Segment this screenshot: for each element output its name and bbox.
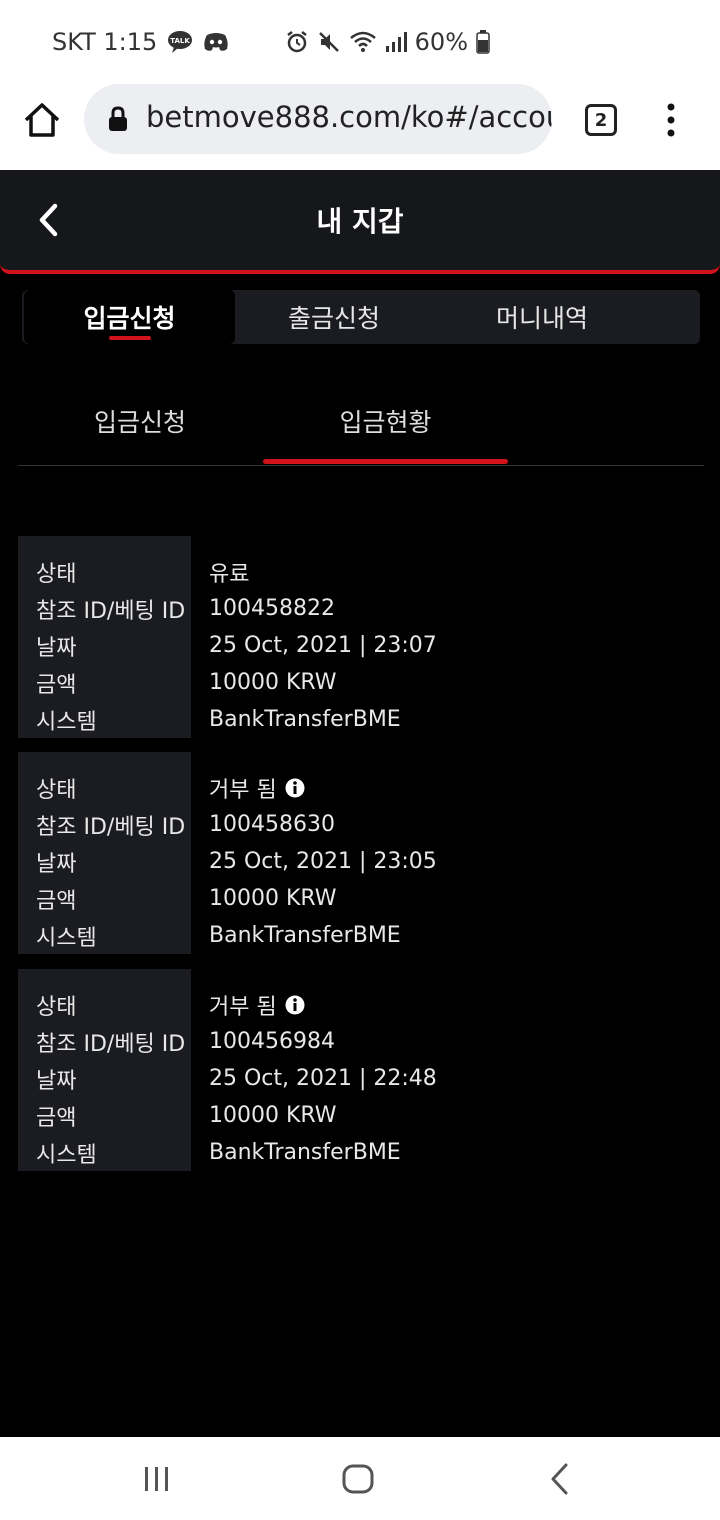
wifi-icon: [349, 30, 377, 54]
label-system: 시스템: [36, 1142, 97, 1168]
browser-menu-button[interactable]: [660, 102, 682, 138]
label-amount: 금액: [36, 672, 77, 698]
info-icon[interactable]: [285, 995, 305, 1015]
url-bar[interactable]: betmove888.com/ko#/account: [84, 84, 552, 154]
discord-icon: [203, 32, 229, 52]
url-text: betmove888.com/ko#/account: [146, 100, 552, 134]
label-status: 상태: [36, 561, 77, 587]
value-ref-id: 100458630: [209, 812, 335, 837]
value-status: 유료: [209, 561, 250, 587]
browser-toolbar: betmove888.com/ko#/account 2: [0, 82, 720, 170]
tab-withdraw-request[interactable]: 출금신청: [231, 290, 437, 344]
more-vertical-icon: [667, 103, 675, 137]
kakaotalk-icon: TALK: [167, 30, 193, 54]
deposit-record: 상태 참조 ID/베팅 ID 날짜 금액 시스템 거부 됨 100458630 …: [18, 752, 704, 954]
battery-percent: 60%: [414, 28, 468, 56]
home-nav-button[interactable]: [340, 1461, 376, 1497]
tab-switcher-button[interactable]: 2: [585, 104, 617, 136]
value-ref-id: 100458822: [209, 596, 335, 621]
value-system: BankTransferBME: [209, 923, 401, 948]
label-status: 상태: [36, 777, 77, 803]
alarm-icon: [285, 30, 309, 54]
home-circle-icon: [342, 1464, 374, 1494]
recent-apps-button[interactable]: [139, 1461, 175, 1497]
label-amount: 금액: [36, 1105, 77, 1131]
active-tab-indicator: [108, 336, 151, 340]
tab-label: 입금신청: [83, 304, 176, 333]
value-date: 25 Oct, 2021 | 23:05: [209, 849, 437, 874]
page-title: 내 지갑: [316, 205, 404, 238]
value-amount: 10000 KRW: [209, 886, 337, 911]
tab-money-history[interactable]: 머니내역: [437, 290, 647, 344]
deposit-subtabs: 입금신청 입금현황: [18, 378, 704, 466]
active-subtab-indicator: [263, 459, 508, 464]
back-nav-button[interactable]: [542, 1461, 578, 1497]
label-date: 날짜: [36, 851, 77, 877]
carrier-time: SKT 1:15: [52, 28, 158, 56]
value-status-row: 거부 됨: [209, 986, 305, 1023]
label-ref-id: 참조 ID/베팅 ID: [36, 598, 186, 624]
signal-icon: [385, 31, 407, 53]
app-header: 내 지갑: [0, 170, 720, 274]
value-date: 25 Oct, 2021 | 22:48: [209, 1066, 437, 1091]
value-amount: 10000 KRW: [209, 1103, 337, 1128]
value-ref-id: 100456984: [209, 1029, 335, 1054]
battery-icon: [476, 30, 490, 54]
status-bar: SKT 1:15 TALK 60%: [0, 0, 720, 82]
mute-icon: [317, 30, 341, 54]
subtab-label: 입금현황: [339, 408, 432, 437]
label-ref-id: 참조 ID/베팅 ID: [36, 1031, 186, 1057]
value-system: BankTransferBME: [209, 707, 401, 732]
label-system: 시스템: [36, 709, 97, 735]
lock-icon: [109, 106, 127, 131]
home-button[interactable]: [22, 100, 62, 140]
value-amount: 10000 KRW: [209, 670, 337, 695]
label-date: 날짜: [36, 1068, 77, 1094]
value-system: BankTransferBME: [209, 1140, 401, 1165]
value-status: 거부 됨: [209, 994, 277, 1020]
wallet-tabs: 입금신청 출금신청 머니내역: [22, 290, 700, 344]
tab-label: 머니내역: [495, 304, 588, 333]
info-icon[interactable]: [285, 778, 305, 798]
recent-apps-icon: [145, 1467, 168, 1491]
deposit-record: 상태 참조 ID/베팅 ID 날짜 금액 시스템 거부 됨 100456984 …: [18, 969, 704, 1171]
android-nav-bar: [0, 1437, 720, 1520]
back-chevron-icon: [551, 1463, 568, 1495]
label-ref-id: 참조 ID/베팅 ID: [36, 814, 186, 840]
tab-label: 출금신청: [287, 304, 380, 333]
label-date: 날짜: [36, 635, 77, 661]
label-system: 시스템: [36, 925, 97, 951]
subtab-deposit-request[interactable]: 입금신청: [18, 378, 262, 464]
home-icon: [24, 103, 60, 137]
value-date: 25 Oct, 2021 | 23:07: [209, 633, 437, 658]
label-status: 상태: [36, 994, 77, 1020]
deposit-record: 상태 참조 ID/베팅 ID 날짜 금액 시스템 유료 100458822 25…: [18, 536, 704, 738]
subtab-label: 입금신청: [93, 408, 186, 437]
svg-text:TALK: TALK: [171, 37, 191, 45]
subtab-deposit-status[interactable]: 입금현황: [263, 378, 508, 464]
label-amount: 금액: [36, 888, 77, 914]
value-status: 거부 됨: [209, 777, 277, 803]
value-status-row: 거부 됨: [209, 769, 305, 806]
tab-deposit-request[interactable]: 입금신청: [24, 290, 235, 344]
